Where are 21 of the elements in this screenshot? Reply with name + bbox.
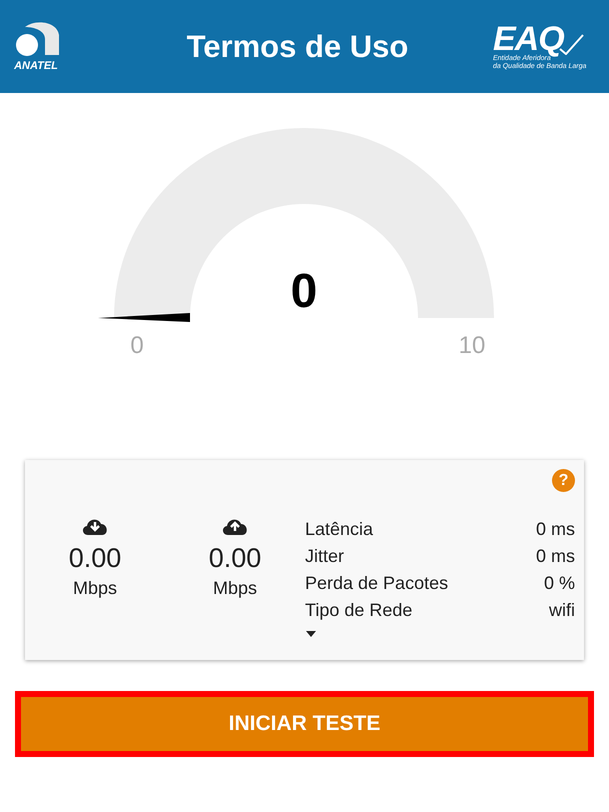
speed-value: 0.00 (208, 542, 262, 574)
stat-label: Perda de Pacotes (305, 573, 448, 594)
stat-value: wifi (549, 600, 575, 621)
logo-text: ANATEL (14, 60, 58, 72)
stat-label: Jitter (305, 546, 344, 567)
logo-text: EAQ (493, 22, 564, 54)
stat-label: Latência (305, 519, 374, 540)
gauge-max-label: 10 (458, 332, 486, 359)
stat-value: 0 % (544, 573, 575, 594)
gauge-min-label: 0 (130, 332, 144, 359)
stat-label: Tipo de Rede (305, 600, 412, 621)
start-test-button[interactable]: INICIAR TESTE (15, 691, 594, 757)
stat-value: 0 ms (536, 546, 575, 567)
help-button[interactable]: ? (552, 469, 575, 492)
gauge-value: 0 (290, 265, 318, 318)
page-title: Termos de Uso (186, 28, 408, 64)
speed-unit: Mbps (72, 578, 117, 599)
caret-icon[interactable] (305, 630, 317, 638)
speed-value: 0.00 (68, 542, 122, 574)
stat-value: 0 ms (536, 519, 575, 540)
speed-unit: Mbps (212, 578, 257, 599)
